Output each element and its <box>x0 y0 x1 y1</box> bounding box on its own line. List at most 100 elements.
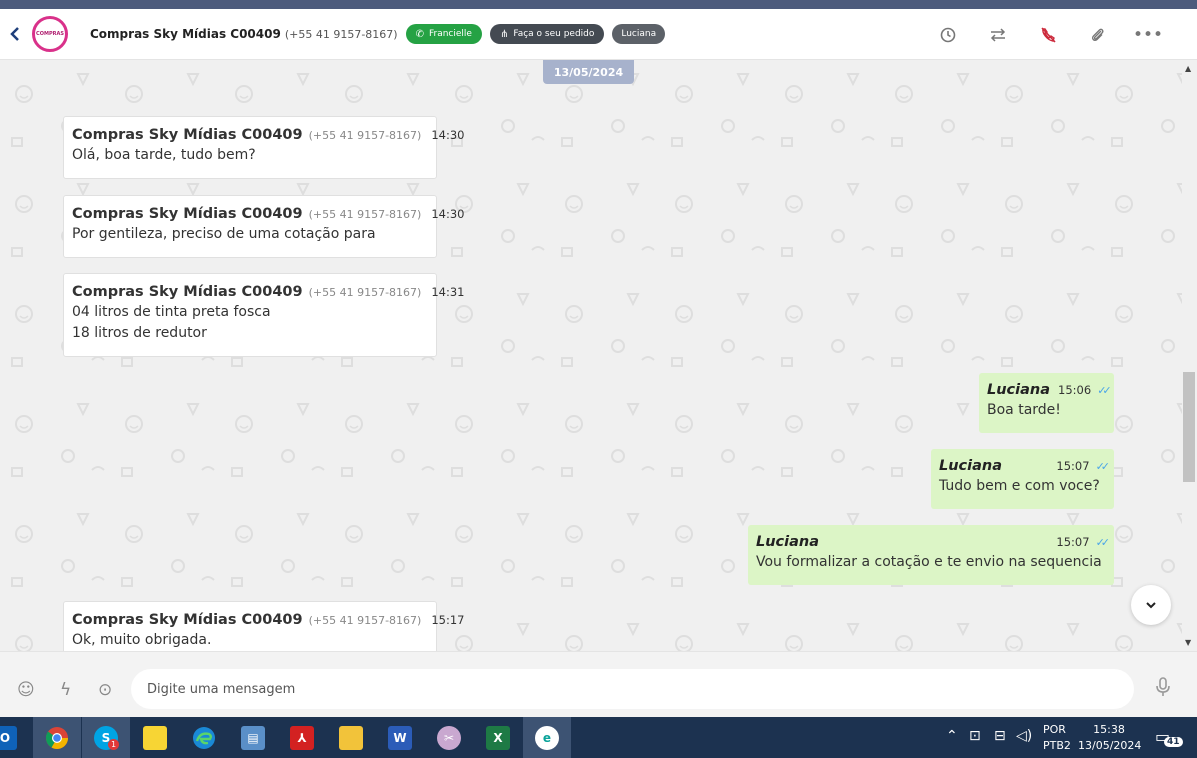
taskbar-chrome[interactable] <box>33 717 81 758</box>
message-input[interactable] <box>131 669 1134 709</box>
emoji-icon[interactable]: ☺ <box>17 680 35 700</box>
incoming-message[interactable]: Compras Sky Mídias C00409 (+55 41 9157-8… <box>63 195 465 258</box>
tag-label: Luciana <box>621 29 657 39</box>
tag-francielle[interactable]: ✆ Francielle <box>405 24 482 44</box>
incoming-message[interactable]: Compras Sky Mídias C00409 (+55 41 9157-8… <box>63 601 465 651</box>
chevron-down-icon <box>1146 602 1156 609</box>
clock-date: 13/05/2024 <box>1078 739 1142 752</box>
taskbar-clock[interactable]: 15:38 13/05/2024 <box>1078 722 1142 754</box>
back-button[interactable] <box>0 9 30 60</box>
message-phone: (+55 41 9157-8167) <box>308 614 422 627</box>
tag-label: Francielle <box>428 29 472 39</box>
contact-avatar[interactable]: COMPRAS <box>32 16 68 52</box>
incoming-message[interactable]: Compras Sky Mídias C00409 (+55 41 9157-8… <box>63 116 465 179</box>
network-icon: ⋔ <box>499 28 509 40</box>
message-phone: (+55 41 9157-8167) <box>308 208 422 221</box>
tray-network-icon[interactable]: ⊟ <box>994 728 1006 744</box>
folder-icon <box>339 725 363 750</box>
quick-reply-icon[interactable]: ⊙ <box>98 680 112 700</box>
taskbar-excel[interactable]: X <box>474 717 522 758</box>
message-text: 04 litros de tinta preta fosca <box>72 304 271 320</box>
scroll-down-icon[interactable]: ▼ <box>1185 638 1191 647</box>
transfer-button[interactable] <box>973 9 1023 60</box>
message-sender: Luciana <box>939 458 1003 474</box>
taskbar-control-panel[interactable]: ▤ <box>229 717 277 758</box>
message-time: 15:17 <box>431 613 465 627</box>
tag-faca-o-seu-pedido[interactable]: ⋔ Faça o seu pedido <box>489 24 605 44</box>
outgoing-message[interactable]: Luciana 15:07 ✓✓ Vou formalizar a cotaçã… <box>748 525 1114 585</box>
message-time: 15:07 <box>1056 535 1090 549</box>
word-icon: W <box>388 725 412 750</box>
outgoing-message[interactable]: Luciana 15:07 ✓✓ Tudo bem e com voce? <box>931 449 1114 509</box>
more-button[interactable]: ••• <box>1123 9 1173 60</box>
snipping-tool-icon: ✂ <box>437 725 461 750</box>
message-sender: Luciana <box>756 534 820 550</box>
message-time: 15:06 <box>1058 383 1092 397</box>
outlook-icon: O <box>0 725 17 750</box>
window-top-strip <box>0 0 1197 9</box>
message-text: Ok, muito obrigada. <box>72 632 212 648</box>
app-e-icon: e <box>535 725 559 750</box>
history-button[interactable] <box>923 9 973 60</box>
clock-time: 15:38 <box>1093 723 1125 736</box>
taskbar-skype[interactable]: S 1 <box>82 717 130 758</box>
message-phone: (+55 41 9157-8167) <box>308 286 422 299</box>
hangup-button[interactable] <box>1023 9 1073 60</box>
incoming-message[interactable]: Compras Sky Mídias C00409 (+55 41 9157-8… <box>63 273 465 357</box>
transfer-icon <box>990 27 1006 42</box>
message-time: 15:07 <box>1056 459 1090 473</box>
chrome-icon <box>45 726 68 749</box>
acrobat-icon: ⅄ <box>290 725 314 750</box>
taskbar-outlook[interactable]: O <box>0 717 22 758</box>
message-sender: Luciana <box>987 382 1051 398</box>
language-code: POR <box>1043 723 1066 736</box>
microphone-icon[interactable] <box>1155 676 1171 703</box>
message-text: Por gentileza, preciso de uma cotação pa… <box>72 226 376 242</box>
skype-badge: 1 <box>108 739 119 750</box>
input-language[interactable]: POR PTB2 <box>1043 722 1071 754</box>
outgoing-message[interactable]: Luciana 15:06 ✓✓ Boa tarde! <box>979 373 1114 433</box>
tag-luciana[interactable]: Luciana <box>612 24 666 44</box>
taskbar-app-e[interactable]: e <box>523 717 571 758</box>
tray-volume-icon[interactable]: ◁) <box>1016 728 1032 744</box>
message-text: 18 litros de redutor <box>72 325 207 341</box>
sticky-notes-icon <box>143 725 167 750</box>
taskbar-acrobat[interactable]: ⅄ <box>278 717 326 758</box>
taskbar-file-explorer[interactable] <box>327 717 375 758</box>
edge-icon <box>193 726 215 749</box>
scrollbar-thumb[interactable] <box>1183 372 1195 482</box>
scroll-to-bottom-button[interactable] <box>1131 585 1171 625</box>
tag-label: Faça o seu pedido <box>513 29 595 39</box>
date-separator: 13/05/2024 <box>543 60 634 84</box>
attach-button[interactable] <box>1073 9 1123 60</box>
lightning-icon[interactable]: ϟ <box>60 680 71 700</box>
tray-chevron-up-icon[interactable]: ⌃ <box>946 728 958 744</box>
message-text: Vou formalizar a cotação e te envio na s… <box>756 554 1102 570</box>
attach-icon <box>1091 28 1104 41</box>
message-time: 14:30 <box>431 207 465 221</box>
message-composer: ☺ ϟ ⊙ <box>0 651 1197 717</box>
chat-area[interactable]: 13/05/2024 Compras Sky Mídias C00409 (+5… <box>0 60 1182 651</box>
scroll-up-icon[interactable]: ▲ <box>1185 64 1191 73</box>
taskbar-sticky-notes[interactable] <box>131 717 179 758</box>
tray-network-app-icon[interactable]: ⊡ <box>969 728 981 744</box>
double-check-icon: ✓✓ <box>1095 459 1111 473</box>
notification-count: 41 <box>1164 737 1183 747</box>
double-check-icon: ✓✓ <box>1095 535 1111 549</box>
message-time: 14:30 <box>431 128 465 142</box>
chevron-left-icon <box>10 27 19 41</box>
logo-text: COMPRAS <box>36 31 64 37</box>
taskbar-snipping-tool[interactable]: ✂ <box>425 717 473 758</box>
taskbar-edge[interactable] <box>180 717 228 758</box>
taskbar-word[interactable]: W <box>376 717 424 758</box>
chat-scrollbar[interactable]: ▲ ▼ <box>1182 60 1197 651</box>
control-panel-icon: ▤ <box>241 725 265 750</box>
message-sender: Compras Sky Mídias C00409 <box>72 127 303 143</box>
header-actions: ••• <box>923 9 1173 60</box>
whatsapp-icon: ✆ <box>415 28 424 40</box>
message-text: Olá, boa tarde, tudo bem? <box>72 147 256 163</box>
more-icon: ••• <box>1132 24 1164 45</box>
history-icon <box>940 27 956 42</box>
message-time: 14:31 <box>431 285 465 299</box>
windows-taskbar: O S 1 ▤ ⅄ W ✂ X e ⌃ ⊡ ⊟ ◁) POR PTB2 15:3… <box>0 717 1197 758</box>
